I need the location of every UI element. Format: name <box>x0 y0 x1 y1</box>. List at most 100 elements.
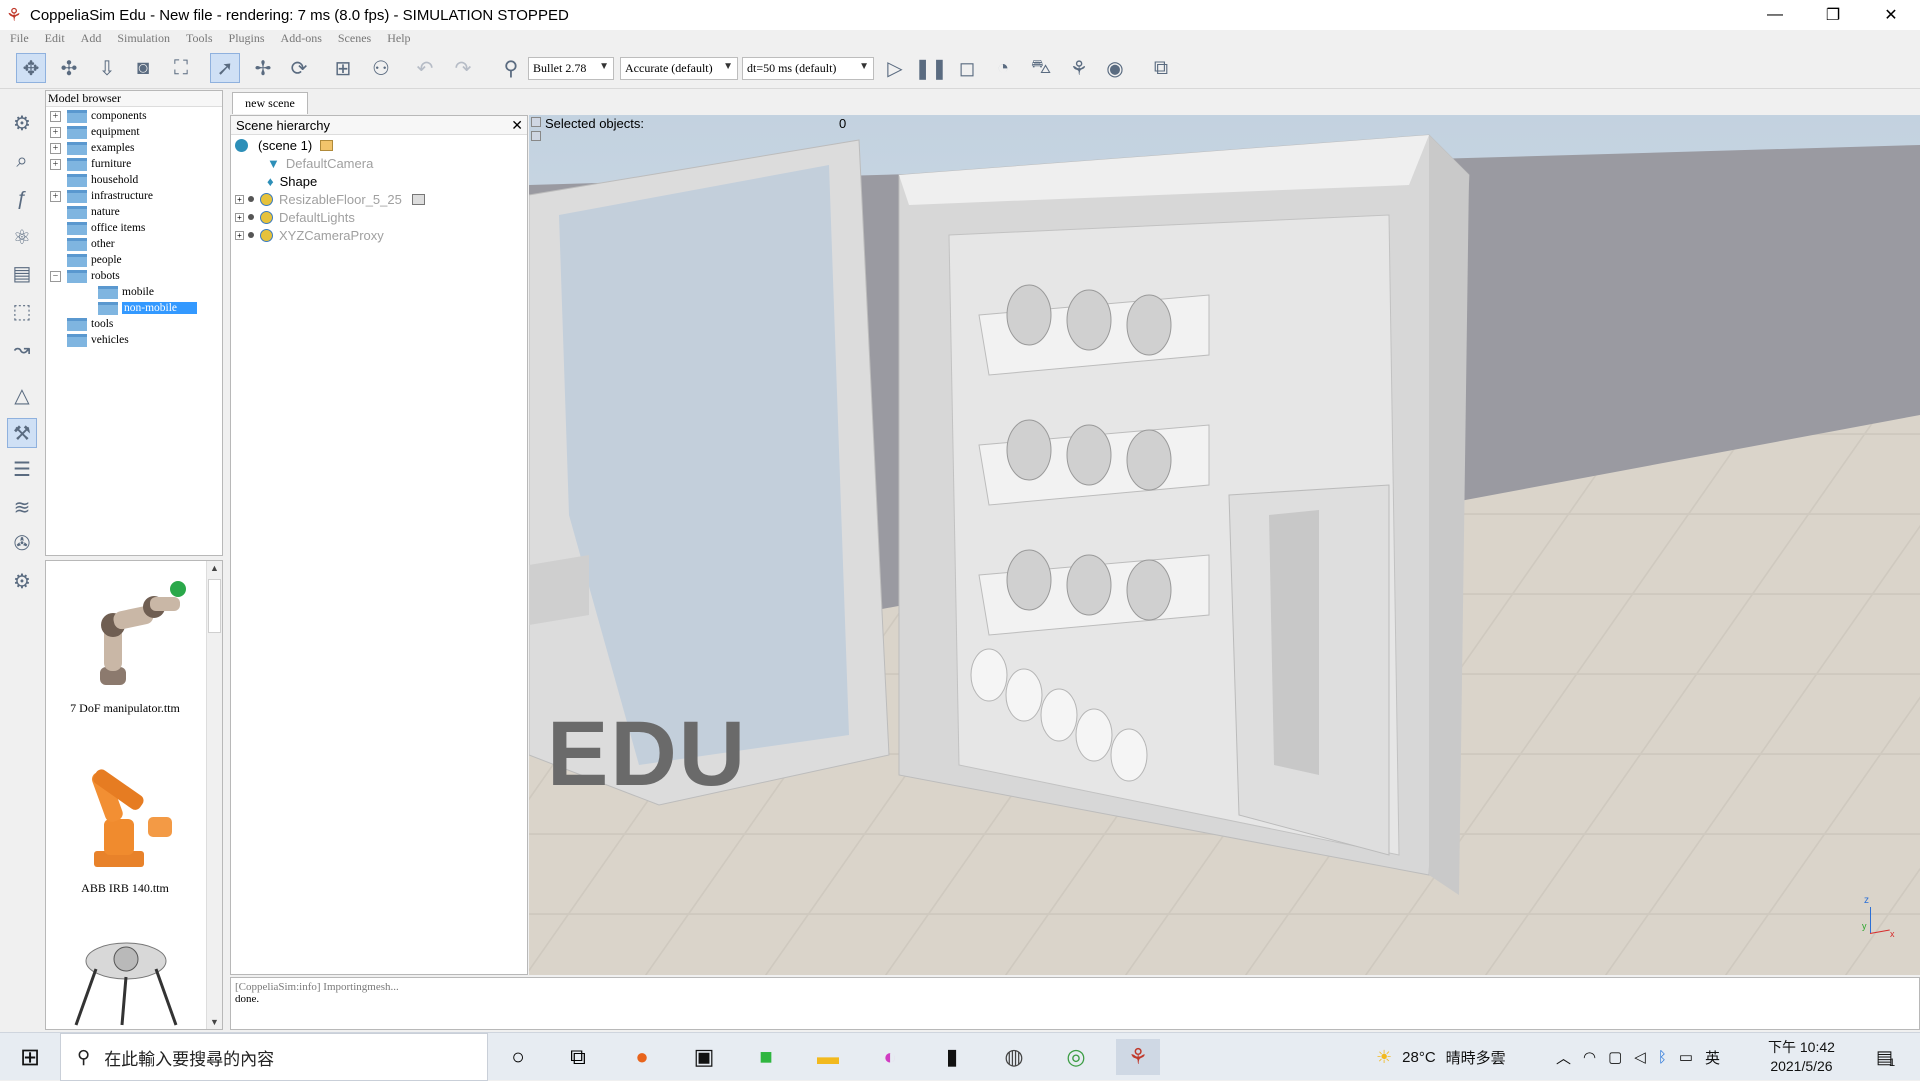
physics-engine-select[interactable]: Bullet 2.78 ▼ <box>528 57 614 80</box>
user-settings-icon[interactable]: ⚙ <box>7 566 37 596</box>
redo-icon[interactable]: ↷ <box>448 53 478 83</box>
play-icon[interactable]: ▷ <box>880 53 910 83</box>
toggle-info-icon[interactable] <box>531 117 541 127</box>
network-icon[interactable]: ◠ <box>1583 1048 1596 1066</box>
taskbar-search-box[interactable]: ⚲ 在此輸入要搜尋的內容 <box>60 1033 488 1081</box>
tree-item-household[interactable]: household <box>50 172 138 188</box>
expand-icon[interactable]: + <box>235 230 244 240</box>
file-explorer-icon[interactable]: ▬ <box>806 1039 850 1075</box>
expand-icon[interactable]: + <box>50 126 61 138</box>
menu-add-ons[interactable]: Add-ons <box>281 31 322 46</box>
camera-pan-icon[interactable]: ✥ <box>16 53 46 83</box>
close-icon[interactable]: ✕ <box>511 117 523 134</box>
tree-item-non-mobile[interactable]: non-mobile <box>98 300 198 316</box>
camera-rotate-icon[interactable]: ✣ <box>54 53 84 83</box>
script-icon[interactable] <box>411 193 425 205</box>
thumbnail-delta-robot[interactable] <box>46 925 204 1029</box>
shape-edit-icon[interactable]: △ <box>7 380 37 410</box>
firefox-icon[interactable]: ● <box>620 1039 664 1075</box>
stop-icon[interactable]: ◻ <box>952 53 982 83</box>
object-properties-icon[interactable]: ⬚ <box>7 296 37 326</box>
notification-center[interactable]: ▤ 1 <box>1876 1033 1895 1081</box>
tree-item-infrastructure[interactable]: + infrastructure <box>50 188 153 204</box>
status-console[interactable]: [CoppeliaSim:info] Importingmesh... done… <box>230 977 1920 1030</box>
expand-icon[interactable]: + <box>235 194 244 204</box>
task-view-icon[interactable]: ⧉ <box>556 1039 600 1075</box>
volume-icon[interactable]: ◁ <box>1634 1048 1646 1066</box>
menu-add[interactable]: Add <box>81 31 102 46</box>
object-rotate-icon[interactable]: ⟳ <box>284 53 314 83</box>
menu-tools[interactable]: Tools <box>186 31 213 46</box>
menu-edit[interactable]: Edit <box>45 31 65 46</box>
fit-to-view-icon[interactable]: ⛶ <box>166 53 196 83</box>
coppeliasim-taskbar-icon[interactable]: ⚘ <box>1116 1039 1160 1075</box>
hierarchy-item-defaultcamera[interactable]: ▼ DefaultCamera <box>267 154 373 172</box>
scroll-thumb[interactable] <box>208 579 221 633</box>
scene-hierarchy-toggle-icon[interactable]: ⧉ <box>1146 53 1176 83</box>
path-edit-icon[interactable]: ↝ <box>7 334 37 364</box>
scripts-icon[interactable]: ƒ <box>7 184 37 214</box>
hierarchy-item-scene[interactable]: (scene 1) <box>235 136 334 154</box>
calculation-modules-icon[interactable]: ▤ <box>7 258 37 288</box>
tree-item-equipment[interactable]: + equipment <box>50 124 140 140</box>
undo-icon[interactable]: ↶ <box>410 53 440 83</box>
assemble-icon[interactable]: ⊞ <box>328 53 358 83</box>
hierarchy-item-shape[interactable]: ♦ Shape <box>267 172 317 190</box>
tree-item-examples[interactable]: + examples <box>50 140 134 156</box>
toggle-info-icon[interactable] <box>531 131 541 141</box>
hierarchy-item-xyzcameraproxy[interactable]: + XYZCameraProxy <box>235 226 384 244</box>
tree-item-robots[interactable]: − robots <box>50 268 120 284</box>
simulation-settings-icon[interactable]: ⚙ <box>7 108 37 138</box>
expand-icon[interactable]: + <box>235 212 244 222</box>
ime-indicator[interactable]: 英 <box>1705 1047 1720 1068</box>
realtime-icon[interactable]: ◔ <box>988 53 1018 83</box>
expand-icon[interactable]: + <box>50 190 61 202</box>
camera-shift-icon[interactable]: ⇩ <box>92 53 122 83</box>
collapse-icon[interactable]: − <box>50 270 61 282</box>
tree-item-tools[interactable]: tools <box>50 316 113 332</box>
object-shift-icon[interactable]: ✢ <box>248 53 278 83</box>
device-icon[interactable]: ▢ <box>1608 1048 1622 1066</box>
tree-item-components[interactable]: + components <box>50 108 147 124</box>
hierarchy-item-defaultlights[interactable]: + DefaultLights <box>235 208 355 226</box>
script-icon[interactable] <box>320 139 334 151</box>
chrome-icon[interactable]: ◎ <box>1054 1039 1098 1075</box>
tree-item-people[interactable]: people <box>50 252 122 268</box>
hierarchy-toggle-icon[interactable]: ☰ <box>7 454 37 484</box>
timestep-select[interactable]: dt=50 ms (default) ▼ <box>742 57 874 80</box>
chevron-up-icon[interactable]: ︿ <box>1556 1047 1571 1068</box>
thumbnails-scrollbar[interactable]: ▲ ▼ <box>206 561 222 1029</box>
pause-icon[interactable]: ❚❚ <box>914 53 948 83</box>
notion-icon[interactable]: ▣ <box>682 1039 726 1075</box>
menu-scenes[interactable]: Scenes <box>338 31 371 46</box>
slow-down-icon[interactable]: ⛍ <box>1026 53 1056 83</box>
layers-icon[interactable]: ≋ <box>7 492 37 522</box>
scene-viewport[interactable]: EDU Selected objects: 0 z y x <box>529 115 1920 975</box>
terminal-icon[interactable]: ▮ <box>930 1039 974 1075</box>
cortana-icon[interactable]: ○ <box>496 1039 540 1075</box>
hierarchy-item-resizablefloor[interactable]: + ResizableFloor_5_25 <box>235 190 425 208</box>
thumbnail-7dof-manipulator[interactable]: 7 DoF manipulator.ttm <box>46 567 204 716</box>
color-app-icon[interactable]: ◐ <box>868 1039 912 1075</box>
tree-item-office-items[interactable]: office items <box>50 220 145 236</box>
scroll-up-icon[interactable]: ▲ <box>210 563 219 573</box>
tree-item-mobile[interactable]: mobile <box>98 284 154 300</box>
transfer-dna-icon[interactable]: ⚇ <box>366 53 396 83</box>
camera-angle-icon[interactable]: ◙ <box>128 53 158 83</box>
zoom-icon[interactable]: ⌕ <box>7 146 37 176</box>
battery-icon[interactable]: ▭ <box>1679 1048 1693 1066</box>
speed-up-icon[interactable]: ⚘ <box>1064 53 1094 83</box>
menu-plugins[interactable]: Plugins <box>229 31 265 46</box>
click-select-icon[interactable]: ➚ <box>210 53 240 83</box>
sphere-app-icon[interactable]: ◍ <box>992 1039 1036 1075</box>
thumbnail-abb-irb-140[interactable]: ABB IRB 140.ttm <box>46 747 204 896</box>
dynamics-toggle-icon[interactable]: ⚲ <box>496 53 526 83</box>
menu-simulation[interactable]: Simulation <box>117 31 170 46</box>
scroll-down-icon[interactable]: ▼ <box>210 1017 219 1027</box>
tree-item-other[interactable]: other <box>50 236 115 252</box>
collections-icon[interactable]: ⚛ <box>7 222 37 252</box>
windows-start-icon[interactable]: ⊞ <box>8 1039 52 1075</box>
line-app-icon[interactable]: ■ <box>744 1039 788 1075</box>
close-window-button[interactable]: ✕ <box>1862 0 1920 30</box>
clock[interactable]: 下午 10:42 2021/5/26 <box>1768 1033 1835 1081</box>
